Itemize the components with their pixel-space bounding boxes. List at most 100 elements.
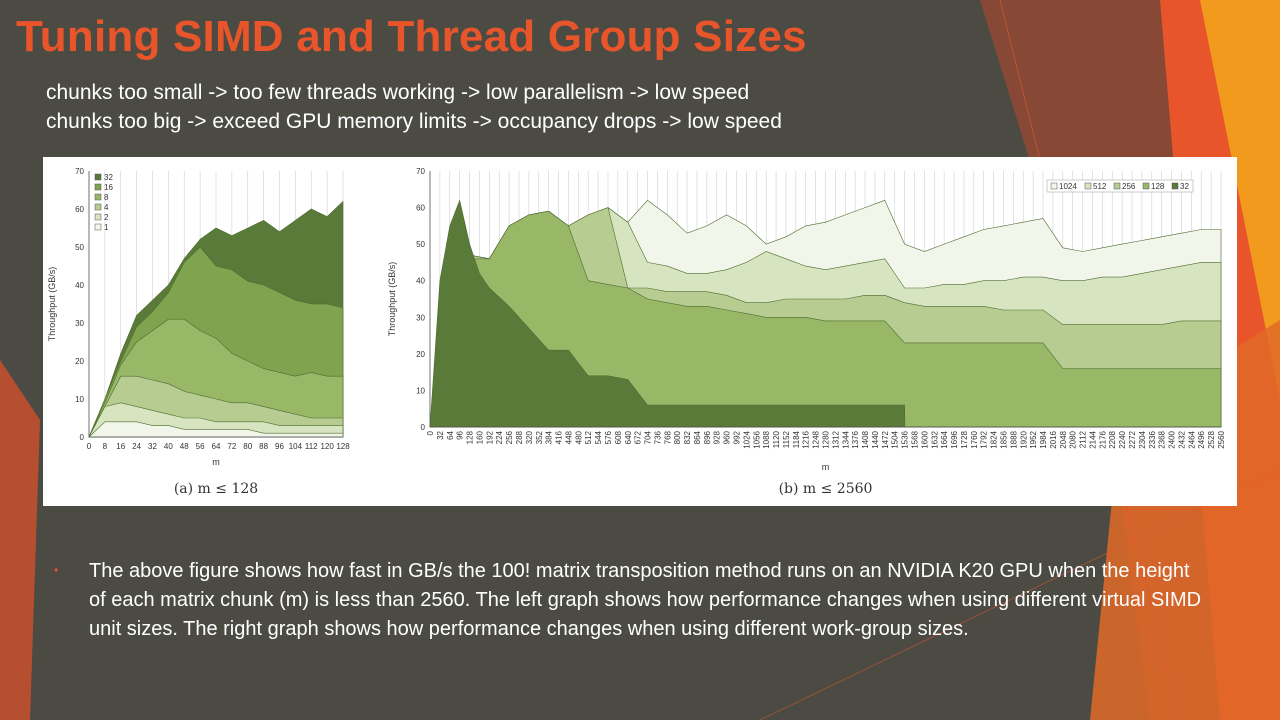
- x-tick-label: 512: [584, 430, 593, 444]
- x-tick-label: 896: [703, 430, 712, 444]
- x-tick-label: 2208: [1108, 430, 1117, 448]
- x-tick-label: 1856: [999, 430, 1008, 448]
- x-tick-label: 1376: [851, 430, 860, 448]
- x-tick-label: 1952: [1029, 430, 1038, 448]
- x-tick-label: 864: [693, 430, 702, 444]
- x-tick-label: 1248: [812, 430, 821, 448]
- x-tick-label: 2560: [1217, 430, 1226, 448]
- x-tick-label: 832: [683, 430, 692, 444]
- subtitle-line-1: chunks too small -> too few threads work…: [46, 81, 750, 104]
- x-tick-label: 2112: [1079, 430, 1088, 448]
- x-tick-label: 1664: [940, 430, 949, 448]
- x-tick-label: 416: [555, 430, 564, 444]
- x-tick-label: 2272: [1128, 430, 1137, 448]
- x-tick-label: 2400: [1168, 430, 1177, 448]
- x-tick-label: 448: [564, 430, 573, 444]
- x-tick-label: 1472: [881, 430, 890, 448]
- x-tick-label: 2496: [1197, 430, 1206, 448]
- x-tick-label: 1088: [762, 430, 771, 448]
- y-tick-label: 40: [416, 277, 425, 286]
- chart-workgroup-sizes: 0102030405060700 32 64 96 128 160 192 224 256 288…: [387, 167, 1226, 497]
- bullet-marker: •: [54, 563, 59, 577]
- x-tick-label: 2432: [1177, 430, 1186, 448]
- x-tick-label: 1504: [891, 430, 900, 448]
- legend-label: 128: [1151, 182, 1165, 191]
- x-axis-label: m: [822, 462, 830, 472]
- slide-title: Tuning SIMD and Thread Group Sizes: [16, 12, 807, 61]
- x-tick-label: 2144: [1088, 430, 1097, 448]
- x-tick-label: 256: [505, 430, 514, 444]
- x-tick-label: 704: [644, 430, 653, 444]
- x-tick-label: 1920: [1019, 430, 1028, 448]
- x-tick-label: 2176: [1098, 430, 1107, 448]
- legend-label: 512: [1093, 182, 1107, 191]
- x-tick-label: 2368: [1158, 430, 1167, 448]
- x-tick-label: 480: [574, 430, 583, 444]
- bullet-text: The above figure shows how fast in GB/s …: [89, 560, 1202, 640]
- legend-label: 256: [1122, 182, 1136, 191]
- x-tick-label: 160: [475, 430, 484, 444]
- x-tick-label: 2304: [1138, 430, 1147, 448]
- legend-swatch: [1113, 182, 1121, 190]
- legend-swatch: [1084, 182, 1092, 190]
- x-tick-label: 1408: [861, 430, 870, 448]
- x-tick-label: 1760: [970, 430, 979, 448]
- x-tick-label: 2080: [1069, 430, 1078, 448]
- x-tick-label: 1280: [822, 430, 831, 448]
- x-tick-label: 1312: [831, 430, 840, 448]
- x-tick-label: 2464: [1187, 430, 1196, 448]
- x-tick-label: 1632: [930, 430, 939, 448]
- x-tick-label: 2016: [1049, 430, 1058, 448]
- y-tick-label: 10: [416, 386, 425, 395]
- x-tick-label: 128: [466, 430, 475, 444]
- y-tick-label: 20: [416, 350, 425, 359]
- x-tick-label: 224: [495, 430, 504, 444]
- x-tick-label: 800: [673, 430, 682, 444]
- chart-caption: (b) m ≤ 2560: [779, 481, 873, 497]
- x-tick-label: 736: [653, 430, 662, 444]
- x-tick-label: 640: [624, 430, 633, 444]
- x-tick-label: 608: [614, 430, 623, 444]
- x-tick-label: 1216: [802, 430, 811, 448]
- y-tick-label: 0: [421, 423, 426, 432]
- x-tick-label: 320: [525, 430, 534, 444]
- x-tick-label: 0: [426, 430, 435, 435]
- legend-label: 32: [1180, 182, 1189, 191]
- x-tick-label: 384: [545, 430, 554, 444]
- x-tick-label: 2240: [1118, 430, 1127, 448]
- y-axis-label: Throughput (GB/s): [387, 262, 397, 337]
- x-tick-label: 1024: [742, 430, 751, 448]
- x-tick-label: 2528: [1207, 430, 1216, 448]
- x-tick-label: 576: [604, 430, 613, 444]
- x-tick-label: 64: [446, 430, 455, 439]
- x-tick-label: 192: [485, 430, 494, 444]
- figure-panel: 0 10 20 30 40 50 60 70 0 8 16 24 32 40 48 56 64 72 80 88 96 1…: [43, 157, 1237, 506]
- x-tick-label: 672: [634, 430, 643, 444]
- x-tick-label: 1984: [1039, 430, 1048, 448]
- x-tick-label: 1568: [910, 430, 919, 448]
- x-tick-label: 928: [713, 430, 722, 444]
- x-tick-label: 288: [515, 430, 524, 444]
- y-tick-label: 70: [416, 167, 425, 176]
- x-tick-label: 1536: [901, 430, 910, 448]
- x-tick-label: 2336: [1148, 430, 1157, 448]
- x-tick-label: 1152: [782, 430, 791, 448]
- x-tick-label: 544: [594, 430, 603, 444]
- x-tick-label: 992: [733, 430, 742, 444]
- x-tick-label: 1600: [920, 430, 929, 448]
- x-tick-label: 1824: [990, 430, 999, 448]
- x-tick-label: 2048: [1059, 430, 1068, 448]
- x-tick-label: 1056: [752, 430, 761, 448]
- x-tick-label: 1440: [871, 430, 880, 448]
- legend-swatch: [1171, 182, 1179, 190]
- x-tick-label: 1792: [980, 430, 989, 448]
- x-tick-label: 1120: [772, 430, 781, 448]
- x-tick-label: 960: [723, 430, 732, 444]
- subtitle-line-2: chunks too big -> exceed GPU memory limi…: [46, 110, 782, 133]
- x-tick-label: 1728: [960, 430, 969, 448]
- y-tick-label: 30: [416, 313, 425, 322]
- x-tick-label: 352: [535, 430, 544, 444]
- legend-swatch: [1050, 182, 1058, 190]
- x-tick-label: 96: [456, 430, 465, 439]
- x-tick-label: 1888: [1009, 430, 1018, 448]
